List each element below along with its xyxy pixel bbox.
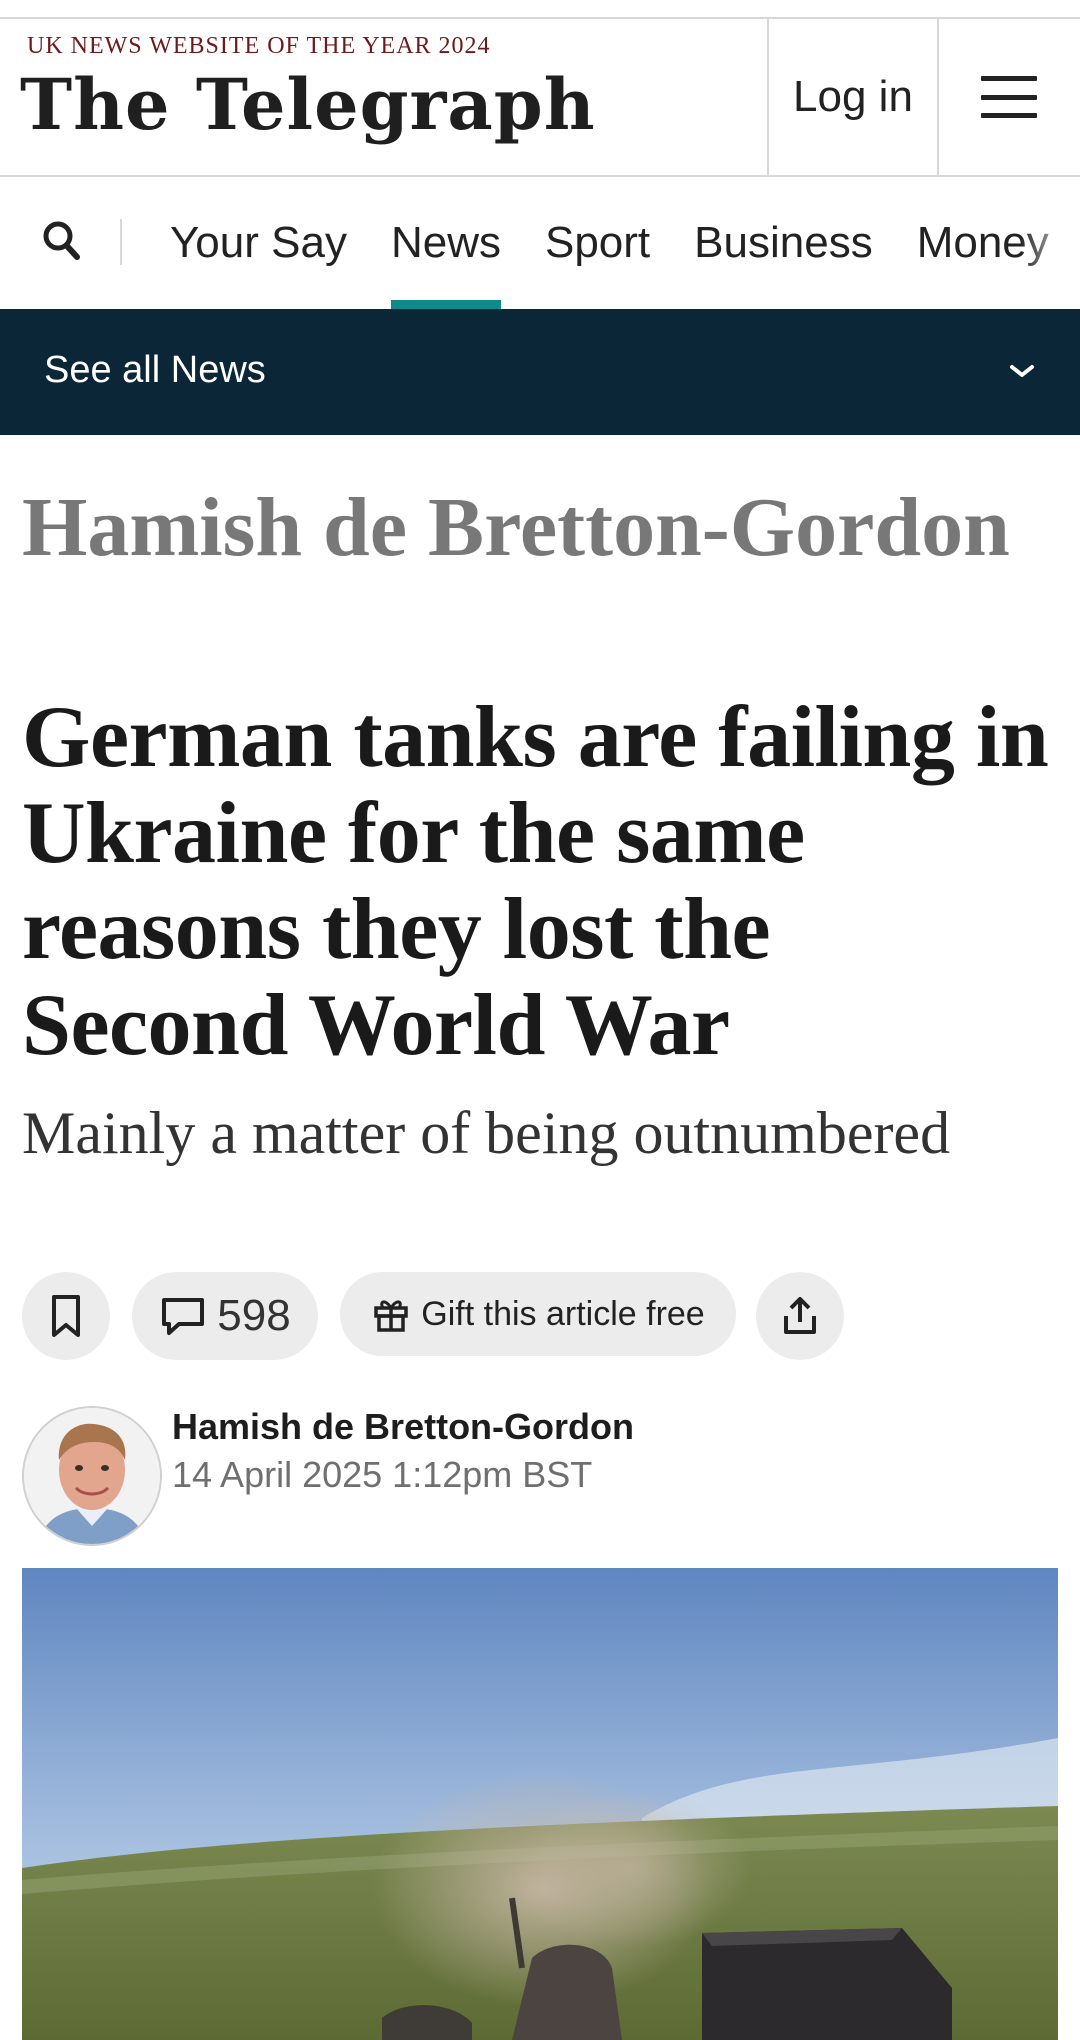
telegraph-logo[interactable]: The Telegraph <box>20 63 596 146</box>
chevron-down-icon <box>1010 365 1034 377</box>
article-headline: German tanks are failing in Ukraine for … <box>22 689 1049 1074</box>
bookmark-icon <box>52 1295 80 1337</box>
login-button[interactable]: Log in <box>767 19 939 175</box>
author-kicker[interactable]: Hamish de Bretton-Gordon <box>22 480 1022 576</box>
author-avatar[interactable] <box>22 1406 162 1546</box>
nav-divider <box>120 219 122 265</box>
gift-icon <box>374 1300 409 1332</box>
author-name[interactable]: Hamish de Bretton-Gordon <box>172 1406 634 1448</box>
gift-article-button[interactable]: Gift this article free <box>340 1272 736 1356</box>
nav-tabs: Your Say News Sport Business Money <box>148 177 1071 309</box>
menu-button[interactable] <box>937 19 1080 175</box>
hero-image[interactable] <box>22 1568 1058 2040</box>
article-standfirst: Mainly a matter of being outnumbered <box>22 1100 951 1166</box>
search-icon[interactable] <box>40 217 84 267</box>
top-border <box>0 0 1080 19</box>
tank-field-photo <box>22 1568 1058 2040</box>
share-button[interactable] <box>756 1272 844 1360</box>
publish-date: 14 April 2025 1:12pm BST <box>172 1454 593 1495</box>
see-all-news-bar[interactable]: See all News <box>0 309 1080 435</box>
share-icon <box>784 1297 816 1334</box>
tab-business[interactable]: Business <box>694 177 873 309</box>
hamburger-menu-icon <box>980 76 1037 118</box>
masthead: UK NEWS WEBSITE OF THE YEAR 2024 The Tel… <box>0 19 1080 177</box>
tab-sport[interactable]: Sport <box>545 177 650 309</box>
award-text: UK NEWS WEBSITE OF THE YEAR 2024 <box>27 33 491 59</box>
section-nav: Your Say News Sport Business Money <box>0 177 1080 310</box>
nav-fade <box>1020 177 1080 307</box>
byline: Hamish de Bretton-Gordon 14 April 2025 1… <box>22 1406 1062 1546</box>
comment-icon <box>162 1298 205 1335</box>
comment-count: 598 <box>217 1291 291 1340</box>
tab-news[interactable]: News <box>390 177 502 309</box>
bookmark-button[interactable] <box>22 1272 110 1360</box>
tab-your-say[interactable]: Your Say <box>170 177 347 309</box>
comments-button[interactable]: 598 <box>132 1272 318 1360</box>
see-all-news-label: See all News <box>44 349 266 391</box>
author-photo <box>24 1408 160 1544</box>
gift-label: Gift this article free <box>421 1294 705 1333</box>
